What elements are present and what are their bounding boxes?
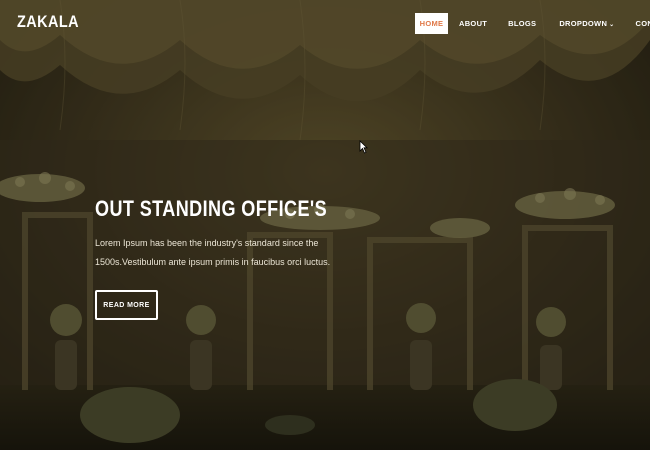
hero-background-image: [0, 0, 650, 450]
main-nav: HOME ABOUT BLOGS DROPDOWN⌄ CONTACT: [415, 13, 650, 34]
nav-item-contact[interactable]: CONTACT: [636, 13, 650, 34]
chevron-down-icon: ⌄: [609, 22, 615, 28]
nav-item-home[interactable]: HOME: [415, 13, 448, 34]
read-more-button[interactable]: READ MORE: [95, 290, 158, 320]
hero-title: OUT STANDING OFFICE'S: [95, 196, 328, 221]
navbar: ZAKALA HOME ABOUT BLOGS DROPDOWN⌄ CONTAC…: [0, 0, 650, 46]
nav-item-dropdown[interactable]: DROPDOWN ⌄: [559, 13, 614, 34]
nav-item-about[interactable]: ABOUT: [459, 13, 487, 34]
hero-description: Lorem Ipsum has been the industry's stan…: [95, 238, 331, 267]
mouse-cursor-icon: [359, 140, 368, 154]
nav-item-dropdown-label: DROPDOWN: [559, 19, 608, 28]
logo[interactable]: ZAKALA: [17, 12, 79, 32]
nav-item-blogs[interactable]: BLOGS: [508, 13, 536, 34]
